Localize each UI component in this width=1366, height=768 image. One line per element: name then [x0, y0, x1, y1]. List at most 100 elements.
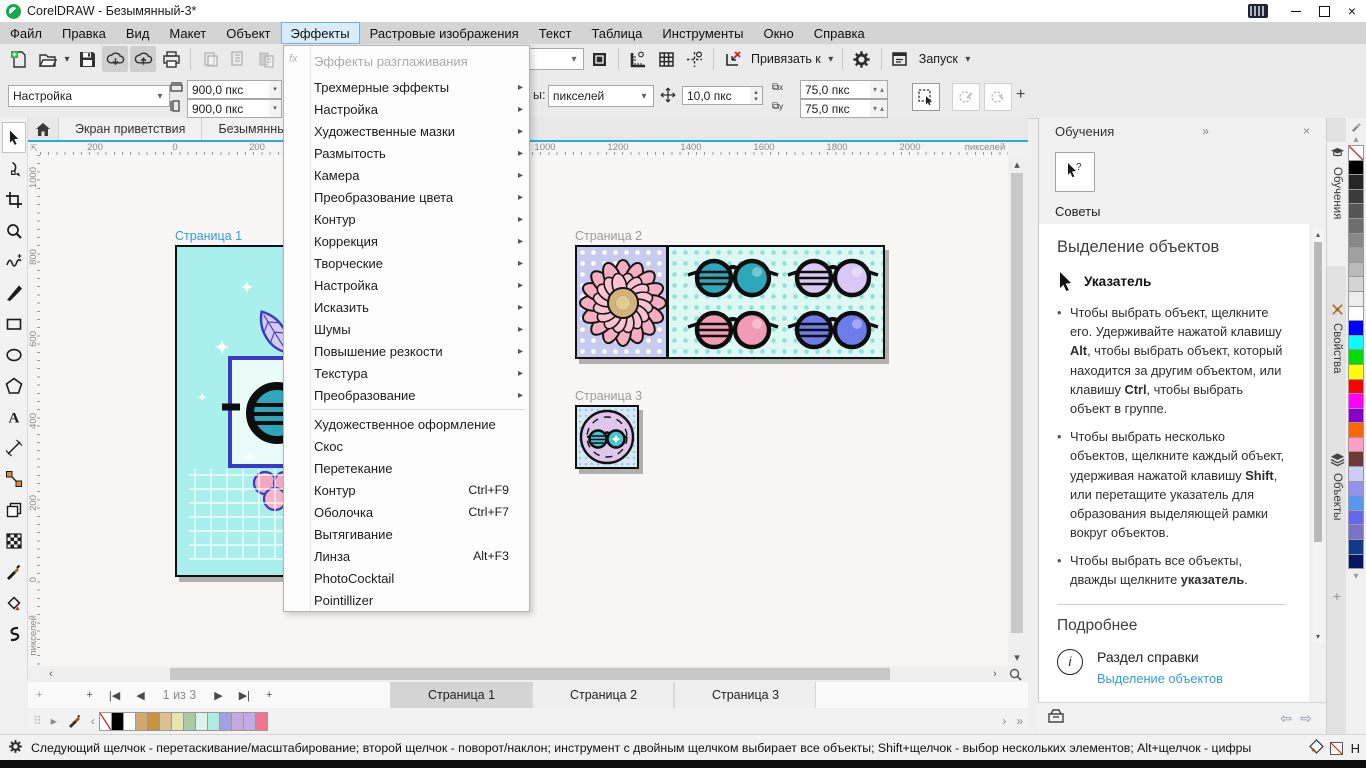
right-swatch-1[interactable] [1348, 160, 1364, 176]
menubar-item-help[interactable]: Справка [804, 22, 875, 44]
menubar-item-tools[interactable]: Инструменты [652, 22, 753, 44]
document-tab-welcome[interactable]: Экран приветствия [59, 118, 202, 140]
rpal-eyedropper-icon[interactable] [1350, 118, 1362, 132]
effects-menu-item-blur[interactable]: Размытость▸ [284, 142, 529, 164]
effects-menu-item-three-d-effects[interactable]: Трехмерные эффекты▸ [284, 76, 529, 98]
effects-menu-item-texture[interactable]: Текстура▸ [284, 362, 529, 384]
right-swatch-27[interactable] [1348, 539, 1364, 555]
zoom-to-fit-icon[interactable] [1006, 666, 1024, 682]
page-width-field[interactable]: 900,0 пкс [187, 80, 273, 99]
menubar-item-effects[interactable]: Эффекты [281, 22, 360, 44]
help-section-link[interactable]: Выделение объектов [1097, 669, 1223, 688]
launch-caret[interactable]: ▾ [963, 54, 973, 65]
effects-menu-item-lens[interactable]: ЛинзаAlt+F3 [284, 545, 529, 567]
propbar-add-button[interactable]: + [1016, 86, 1025, 104]
add-page-start-button[interactable]: + [28, 682, 50, 708]
effects-menu-item-camera[interactable]: Камера▸ [284, 164, 529, 186]
tool-transparency[interactable] [2, 525, 26, 556]
right-swatch-18[interactable] [1348, 408, 1364, 424]
page-tab-page-2[interactable]: Страница 2 [532, 682, 674, 708]
tool-drop-shadow[interactable] [2, 494, 26, 525]
docker-tab-objects[interactable]: Объекты [1327, 448, 1347, 572]
right-swatch-3[interactable] [1348, 189, 1364, 205]
page-height-spinner[interactable]: ▾ [269, 99, 282, 118]
effects-menu-item-contour-fx[interactable]: Контур▸ [284, 208, 529, 230]
next-page-button[interactable]: ▶ [206, 682, 230, 708]
page-2-artwork[interactable] [575, 245, 885, 359]
effects-menu-item-extrude[interactable]: Вытягивание [284, 523, 529, 545]
right-swatch-24[interactable] [1348, 495, 1364, 511]
effects-menu-item-art-media[interactable]: Художественное оформление [284, 413, 529, 435]
rpal-scroll-down[interactable]: ▾ [1353, 569, 1358, 583]
tool-curve[interactable] [2, 246, 26, 277]
ruler-origin-icon[interactable]: ⇱ [28, 142, 40, 155]
right-swatch-10[interactable] [1348, 291, 1364, 307]
tool-interactive-fill[interactable] [2, 587, 26, 618]
page-3-artwork[interactable] [575, 405, 639, 469]
right-swatch-2[interactable] [1348, 174, 1364, 190]
open-dropdown-caret[interactable]: ▾ [62, 54, 72, 65]
previous-page-button[interactable]: ◀ [128, 682, 152, 708]
new-document-icon[interactable] [6, 46, 32, 72]
cloud-open-icon[interactable] [102, 46, 128, 72]
effects-menu-item-custom[interactable]: Настройка▸ [284, 274, 529, 296]
nudge-field[interactable]: 10,0 пкс [682, 86, 754, 105]
snap-to-label[interactable]: Привязать к [748, 52, 824, 66]
launch-label[interactable]: Запуск [916, 52, 961, 66]
right-swatch-4[interactable] [1348, 203, 1364, 219]
save-icon[interactable] [74, 46, 100, 72]
effects-menu-item-envelope[interactable]: ОболочкаCtrl+F7 [284, 501, 529, 523]
effects-menu-item-correction[interactable]: Коррекция▸ [284, 230, 529, 252]
add-page-button-2[interactable]: + [258, 682, 280, 708]
tool-smart-drawing[interactable] [2, 618, 26, 649]
tool-text[interactable]: A [2, 401, 26, 432]
effects-menu-item-distort[interactable]: Исказить▸ [284, 296, 529, 318]
effects-menu-item-blend[interactable]: Перетекание [284, 457, 529, 479]
effects-menu-item-sharpen[interactable]: Повышение резкости▸ [284, 340, 529, 362]
page-tab-page-1[interactable]: Страница 1 [390, 682, 532, 708]
tool-shape-edit[interactable] [2, 153, 26, 184]
tool-rectangle[interactable] [2, 308, 26, 339]
open-document-icon[interactable] [34, 46, 60, 72]
docker-tab-properties[interactable]: Свойства [1327, 298, 1347, 422]
right-swatch-12[interactable] [1348, 320, 1364, 336]
tool-artistic-media[interactable] [2, 277, 26, 308]
menubar-item-window[interactable]: Окно [753, 22, 803, 44]
right-swatch-5[interactable] [1348, 218, 1364, 234]
tool-connector[interactable] [2, 463, 26, 494]
effects-menu-item-contour[interactable]: КонтурCtrl+F9 [284, 479, 529, 501]
horizontal-scrollbar[interactable]: ‹ › [40, 666, 1026, 682]
effects-menu-item-noise[interactable]: Шумы▸ [284, 318, 529, 340]
page-2-glasses-panel[interactable] [669, 247, 883, 357]
palette-tray-icon[interactable] [1048, 709, 1064, 728]
show-guidelines-icon[interactable] [681, 46, 707, 72]
palette-drag-handle[interactable]: ⠿ [28, 714, 46, 728]
maximize-button[interactable] [1310, 0, 1338, 22]
right-swatch-0[interactable] [1348, 145, 1364, 161]
palette-flyout-arrow[interactable]: ▸ [46, 714, 62, 728]
right-swatch-20[interactable] [1348, 437, 1364, 453]
tool-polygon[interactable] [2, 370, 26, 401]
rpal-scroll-up[interactable]: ▴ [1353, 132, 1358, 146]
duplicate-y-spinner[interactable]: ▾▴ [870, 99, 888, 118]
tool-dimension[interactable] [2, 432, 26, 463]
duplicate-x-spinner[interactable]: ▾▴ [870, 80, 888, 99]
duplicate-y-field[interactable]: 75,0 пкс [800, 99, 874, 118]
keyboard-layout-icon[interactable] [1248, 4, 1268, 18]
effects-menu-item-pointillizer[interactable]: Pointillizer [284, 589, 529, 611]
preset-combo[interactable]: Настройка▾ [8, 85, 170, 107]
fill-indicator-icon[interactable] [1309, 739, 1324, 757]
status-gear-icon[interactable] [8, 739, 23, 757]
right-swatch-7[interactable] [1348, 247, 1364, 263]
page-width-spinner[interactable]: ▾ [269, 80, 282, 99]
outline-indicator-icon[interactable] [1330, 742, 1343, 755]
add-page-button[interactable]: + [78, 682, 100, 708]
palette-eyedropper-icon[interactable] [62, 712, 86, 731]
bottom-swatch-13[interactable] [255, 712, 268, 731]
menubar-item-file[interactable]: Файл [0, 22, 52, 44]
right-swatch-9[interactable] [1348, 276, 1364, 292]
tool-color-eyedropper[interactable] [2, 556, 26, 587]
right-swatch-22[interactable] [1348, 466, 1364, 482]
snap-to-caret[interactable]: ▾ [826, 54, 836, 65]
palette-scroll-end[interactable]: » [1011, 714, 1028, 728]
